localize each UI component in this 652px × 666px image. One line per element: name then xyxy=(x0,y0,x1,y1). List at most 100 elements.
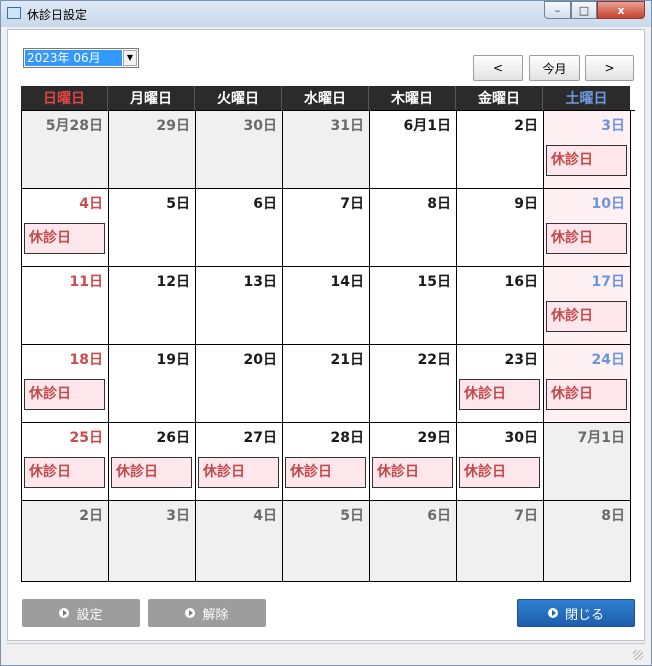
calendar-day-cell[interactable]: 29日 xyxy=(109,111,196,189)
calendar-day-cell[interactable]: 6月1日 xyxy=(370,111,457,189)
this-month-button[interactable]: 今月 xyxy=(529,55,580,81)
prev-month-button[interactable]: < xyxy=(473,55,523,81)
calendar-day-cell[interactable]: 4日 休診日 xyxy=(22,189,109,267)
calendar-day-cell[interactable]: 17日 休診日 xyxy=(544,267,631,345)
day-number: 23日 xyxy=(504,352,538,368)
closed-day-badge: 休診日 xyxy=(198,457,279,488)
set-button[interactable]: 設定 xyxy=(22,599,140,627)
calendar-day-cell[interactable]: 22日 xyxy=(370,345,457,423)
window-title: 休診日設定 xyxy=(27,8,88,22)
calendar-day-cell[interactable]: 8日 xyxy=(370,189,457,267)
day-number: 30日 xyxy=(243,118,277,134)
day-number: 7日 xyxy=(514,508,538,524)
title-bar: 休診日設定 – □ x xyxy=(1,1,651,27)
day-number: 9日 xyxy=(514,196,538,212)
day-number: 4日 xyxy=(253,508,277,524)
closed-day-badge: 休診日 xyxy=(24,379,105,410)
calendar-day-cell[interactable]: 2日 xyxy=(457,111,544,189)
calendar-day-cell[interactable]: 11日 xyxy=(22,267,109,345)
calendar-day-cell[interactable]: 10日 休診日 xyxy=(544,189,631,267)
closed-day-badge: 休診日 xyxy=(546,379,627,410)
calendar-day-cell[interactable]: 21日 xyxy=(283,345,370,423)
status-bar xyxy=(7,643,645,662)
closed-day-badge: 休診日 xyxy=(546,223,627,254)
calendar-day-cell[interactable]: 15日 xyxy=(370,267,457,345)
calendar-day-cell[interactable]: 3日 休診日 xyxy=(544,111,631,189)
maximize-button[interactable]: □ xyxy=(571,1,597,19)
calendar-day-cell[interactable]: 19日 xyxy=(109,345,196,423)
day-number: 15日 xyxy=(417,274,451,290)
closed-day-badge: 休診日 xyxy=(285,457,366,488)
play-circle-icon xyxy=(185,608,196,618)
calendar-week-row: 5月28日 29日 30日 31日 6月1日 2日 3日 休診日 xyxy=(22,111,635,189)
client-area: 2023年 06月 ▼ < 今月 > 日曜日 月曜日 火曜日 水曜日 木曜日 金曜日 土曜日… xyxy=(7,29,645,641)
clear-button[interactable]: 解除 xyxy=(148,599,266,627)
app-window: 休診日設定 – □ x 2023年 06月 ▼ < 今月 > 日曜日 月曜日 火曜日… xyxy=(0,0,652,666)
calendar-day-cell[interactable]: 31日 xyxy=(283,111,370,189)
calendar-day-cell[interactable]: 4日 xyxy=(196,501,283,582)
weekday-header: 金曜日 xyxy=(456,86,543,110)
calendar-header: 日曜日 月曜日 火曜日 水曜日 木曜日 金曜日 土曜日 xyxy=(21,86,635,110)
calendar-week-row: 11日 12日 13日 14日 15日 16日 17日 休診日 xyxy=(22,267,635,345)
calendar-day-cell[interactable]: 27日休診日 xyxy=(196,423,283,501)
calendar-day-cell[interactable]: 30日 xyxy=(196,111,283,189)
closed-day-badge: 休診日 xyxy=(372,457,453,488)
day-number: 6日 xyxy=(427,508,451,524)
closed-day-badge: 休診日 xyxy=(24,223,105,254)
weekday-header: 日曜日 xyxy=(21,86,108,110)
close-button-label: 閉じる xyxy=(564,607,604,623)
calendar-day-cell[interactable]: 16日 xyxy=(457,267,544,345)
calendar-day-cell[interactable]: 7日 xyxy=(457,501,544,582)
calendar-day-cell[interactable]: 2日 xyxy=(22,501,109,582)
day-number: 5日 xyxy=(340,508,364,524)
calendar-day-cell[interactable]: 14日 xyxy=(283,267,370,345)
calendar-day-cell[interactable]: 5月28日 xyxy=(22,111,109,189)
calendar-day-cell[interactable]: 24日 休診日 xyxy=(544,345,631,423)
calendar-day-cell[interactable]: 9日 xyxy=(457,189,544,267)
day-number: 8日 xyxy=(601,508,625,524)
closed-day-badge: 休診日 xyxy=(111,457,192,488)
next-month-button[interactable]: > xyxy=(585,55,634,81)
close-window-button[interactable]: x xyxy=(597,1,645,19)
calendar-day-cell[interactable]: 6日 xyxy=(370,501,457,582)
weekday-header: 水曜日 xyxy=(282,86,369,110)
calendar-day-cell[interactable]: 7日 xyxy=(283,189,370,267)
calendar-day-cell[interactable]: 20日 xyxy=(196,345,283,423)
day-number: 2日 xyxy=(514,118,538,134)
day-number: 12日 xyxy=(156,274,190,290)
day-number: 19日 xyxy=(156,352,190,368)
day-number: 5月28日 xyxy=(45,118,103,134)
calendar-day-cell[interactable]: 5日 xyxy=(283,501,370,582)
calendar-day-cell[interactable]: 25日 休診日 xyxy=(22,423,109,501)
calendar-day-cell[interactable]: 6日 xyxy=(196,189,283,267)
closed-day-badge: 休診日 xyxy=(459,379,540,410)
day-number: 7日 xyxy=(340,196,364,212)
calendar-day-cell[interactable]: 28日 休診日 xyxy=(283,423,370,501)
calendar-day-cell[interactable]: 5日 xyxy=(109,189,196,267)
resize-grip-icon[interactable] xyxy=(633,650,643,660)
calendar-day-cell[interactable]: 18日 休診日 xyxy=(22,345,109,423)
calendar-day-cell[interactable]: 13日 xyxy=(196,267,283,345)
minimize-button[interactable]: – xyxy=(544,1,571,19)
day-number: 27日 xyxy=(243,430,277,446)
dropdown-arrow-icon[interactable]: ▼ xyxy=(123,50,137,66)
calendar-day-cell[interactable]: 12日 xyxy=(109,267,196,345)
calendar-day-cell[interactable]: 3日 xyxy=(109,501,196,582)
calendar-day-cell[interactable]: 8日 xyxy=(544,501,631,582)
calendar-day-cell[interactable]: 30日 休診日 xyxy=(457,423,544,501)
calendar-day-cell[interactable]: 23日休診日 xyxy=(457,345,544,423)
day-number: 6日 xyxy=(253,196,277,212)
calendar-week-row: 2日 3日 4日 5日 6日 7日 8日 xyxy=(22,501,635,582)
calendar-day-cell[interactable]: 7月1日 xyxy=(544,423,631,501)
day-number: 16日 xyxy=(504,274,538,290)
calendar-week-row: 4日 休診日 5日 6日 7日 8日 9日 10日 休診日 xyxy=(22,189,635,267)
calendar-day-cell[interactable]: 26日 休診日 xyxy=(109,423,196,501)
close-button[interactable]: 閉じる xyxy=(517,599,635,627)
day-number: 31日 xyxy=(330,118,364,134)
weekday-header: 月曜日 xyxy=(108,86,195,110)
day-number: 30日 xyxy=(504,430,538,446)
calendar: 日曜日 月曜日 火曜日 水曜日 木曜日 金曜日 土曜日 5月28日 29日 30日 31日 6月1日… xyxy=(21,86,635,582)
day-number: 21日 xyxy=(330,352,364,368)
calendar-day-cell[interactable]: 29日 休診日 xyxy=(370,423,457,501)
month-select[interactable]: 2023年 06月 ▼ xyxy=(23,48,139,68)
